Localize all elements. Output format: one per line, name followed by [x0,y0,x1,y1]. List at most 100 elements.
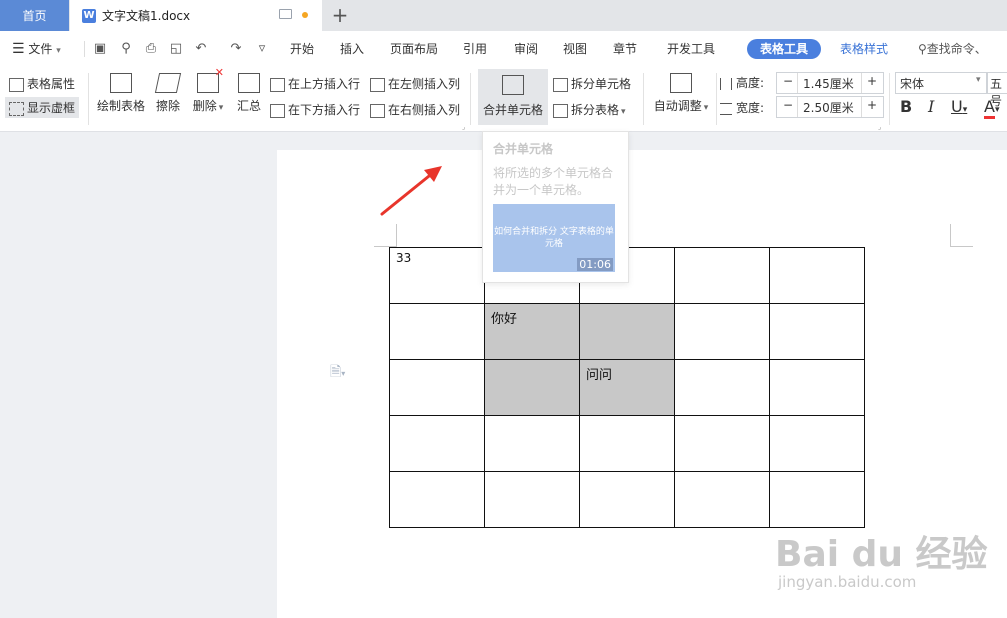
height-decrement-button[interactable]: − [783,74,793,88]
tab-table-style[interactable]: 表格样式 [840,31,888,67]
table-cell[interactable] [389,359,485,416]
auto-fit-label: 自动调整 [654,99,709,113]
tab-chapter[interactable]: 章节 [613,31,637,67]
document-map-icon[interactable]: 🗎▾ [330,361,345,385]
table-cell[interactable] [674,359,770,416]
table-cell[interactable]: 问问 [579,359,675,416]
auto-fit-button[interactable]: 自动调整 [652,73,710,114]
hamburger-icon: ☰ [12,41,25,57]
tab-insert[interactable]: 插入 [340,31,364,67]
undo-icon[interactable]: ↶ [193,41,209,57]
table-row: 问问 [389,359,865,416]
tab-start[interactable]: 开始 [290,31,314,67]
table-cell[interactable] [674,471,770,528]
group-launcher-icon[interactable]: ⌟ [462,123,465,131]
draw-table-button[interactable]: 绘制表格 [96,73,146,114]
table-cell[interactable] [674,247,770,304]
document-tab[interactable]: W 文字文稿1.docx [70,0,322,31]
format-painter-icon[interactable]: ⚲ [118,41,134,57]
bold-button[interactable]: B [900,97,912,116]
height-increment-button[interactable]: + [867,74,877,88]
insert-col-left-icon [370,77,385,92]
table-cell[interactable]: 你好 [484,303,580,360]
more-dropdown-icon[interactable]: ▿ [254,41,270,57]
tab-review[interactable]: 审阅 [514,31,538,67]
file-menu[interactable]: ☰ 文件 ▾ [12,31,61,67]
table-cell[interactable] [579,303,675,360]
video-caption: 如何合并和拆分 文字表格的单元格 [494,227,614,249]
show-gridlines-button[interactable]: 显示虚框 [5,97,80,118]
tab-references[interactable]: 引用 [463,31,487,67]
tooltip-video-thumbnail[interactable]: 如何合并和拆分 文字表格的单元格 01:06 [493,204,615,272]
table-cell[interactable] [389,303,485,360]
table-cell[interactable] [769,303,865,360]
insert-col-right-label: 在右侧插入列 [388,103,461,117]
tab-developer[interactable]: 开发工具 [667,31,715,67]
table-cell[interactable] [579,471,675,528]
insert-col-left-button[interactable]: 在左侧插入列 [370,75,460,92]
gridlines-icon [9,101,24,116]
merge-cells-button[interactable]: 合并单元格 [478,69,548,125]
redo-icon[interactable]: ↷ [228,41,244,57]
summary-button[interactable]: 汇总 [234,73,264,114]
table-cell[interactable] [674,303,770,360]
insert-row-below-button[interactable]: 在下方插入行 [270,101,360,118]
merge-cells-label: 合并单元格 [482,103,543,117]
file-menu-label: 文件 [28,42,53,56]
table-cell[interactable] [769,247,865,304]
table-cell[interactable] [769,471,865,528]
new-tab-button[interactable]: + [330,3,350,27]
table-cell[interactable] [579,415,675,472]
table-row [389,415,865,472]
split-cells-button[interactable]: 拆分单元格 [553,75,631,92]
insert-col-right-button[interactable]: 在右侧插入列 [370,101,460,118]
delete-button[interactable]: ✕ 删除 [190,66,226,114]
height-value[interactable]: 1.45厘米 [803,75,854,92]
tab-view[interactable]: 视图 [563,31,587,67]
width-decrement-button[interactable]: − [783,98,793,112]
table-cell[interactable] [389,471,485,528]
tab-page-layout[interactable]: 页面布局 [390,31,438,67]
font-color-button[interactable]: A▾ [984,97,999,119]
chevron-down-icon: ▾ [56,46,61,56]
table-cell-text: 你好 [491,312,518,327]
font-name-select[interactable]: 宋体 ▾ [895,72,987,94]
insert-row-above-button[interactable]: 在上方插入行 [270,75,360,92]
width-stepper[interactable]: − 2.50厘米 + [776,96,884,118]
tab-table-tools[interactable]: 表格工具 [747,39,821,59]
eraser-button[interactable]: 擦除 [154,73,182,114]
show-gridlines-label: 显示虚框 [27,101,76,115]
auto-fit-icon [670,73,692,93]
table-row [389,471,865,528]
table-cell[interactable] [389,415,485,472]
table-cell[interactable] [484,471,580,528]
save-icon[interactable]: ▣ [92,41,108,57]
monitor-icon[interactable] [279,9,292,19]
home-tab[interactable]: 首页 [0,0,69,31]
font-size-select[interactable]: 五号 [987,72,1007,108]
print-preview-icon[interactable]: ◱ [168,41,184,57]
underline-button[interactable]: U▾ [951,97,967,116]
table-cell[interactable] [769,359,865,416]
table-cell[interactable]: 33 [389,247,485,304]
table-cell[interactable] [484,415,580,472]
italic-button[interactable]: I [928,97,934,116]
print-icon[interactable]: ⎙ [143,41,159,57]
command-search[interactable]: ⚲查找命令、 [918,31,987,67]
split-table-button[interactable]: 拆分表格 [553,101,626,118]
width-value[interactable]: 2.50厘米 [803,99,854,116]
document-table[interactable]: 33 你好问问 [389,247,865,528]
table-cell[interactable] [769,415,865,472]
menu-bar: ☰ 文件 ▾ ▣ ⚲ ⎙ ◱ ↶ ↷ ▿ 开始 插入 页面布局 引用 审阅 视图… [0,31,1007,68]
height-stepper[interactable]: − 1.45厘米 + [776,72,884,94]
table-cell-text: 问问 [586,368,613,383]
table-cell[interactable] [674,415,770,472]
table-cell[interactable] [484,359,580,416]
baidu-watermark: Bai du 经验 [775,534,988,575]
baidu-watermark-url: jingyan.baidu.com [778,573,917,591]
width-increment-button[interactable]: + [867,98,877,112]
group-launcher-icon[interactable]: ⌟ [878,123,881,131]
width-label: 宽度: [720,99,764,116]
table-properties-button[interactable]: 表格属性 [9,75,75,92]
table-row: 你好 [389,303,865,360]
